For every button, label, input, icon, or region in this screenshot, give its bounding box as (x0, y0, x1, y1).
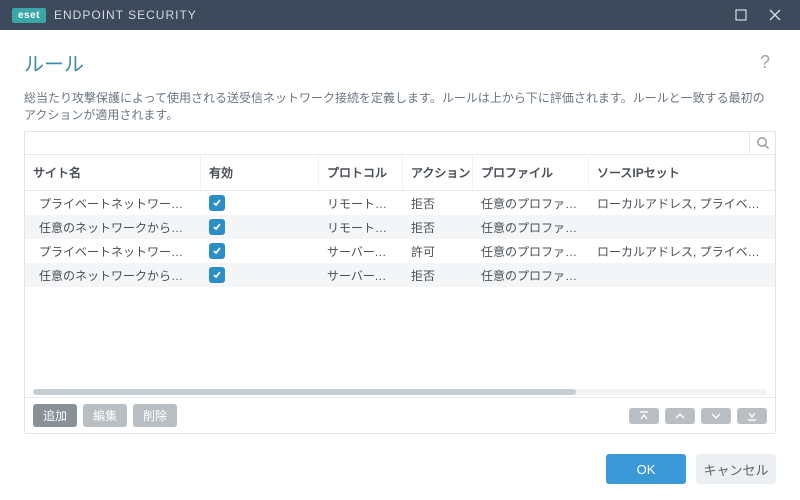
enabled-checkbox[interactable] (209, 267, 225, 283)
table-body: プライベートネットワークからのR…リモートデスク…拒否任意のプロファイルローカル… (25, 191, 775, 389)
brand-logo: eset (12, 8, 46, 23)
table-row[interactable]: プライベートネットワークからのS… サーバーメッセ…許可任意のプロファイルローカル… (25, 239, 775, 263)
cancel-button[interactable]: キャンセル (696, 454, 776, 484)
cell-profile: 任意のプロファイル (473, 195, 589, 212)
cell-enabled (201, 243, 319, 259)
move-top-button[interactable] (629, 408, 659, 424)
cell-source: ローカルアドレス, プライベートアドレス (589, 243, 775, 260)
col-action[interactable]: アクション (403, 155, 473, 190)
page-header: ルール ? (0, 30, 800, 85)
content-area: サイト名 有効 プロトコル アクション プロファイル ソースIPセット プライベ… (0, 131, 800, 442)
cell-protocol: リモートデスク… (319, 219, 403, 236)
enabled-checkbox[interactable] (209, 219, 225, 235)
col-protocol[interactable]: プロトコル (319, 155, 403, 190)
dialog-footer: OK キャンセル (0, 442, 800, 500)
cell-site: 任意のネットワークからのSMB総… (25, 267, 201, 284)
page-description: 総当たり攻撃保護によって使用される送受信ネットワーク接続を定義します。ルールは上… (0, 85, 800, 131)
ok-button[interactable]: OK (606, 454, 686, 484)
edit-button[interactable]: 編集 (83, 404, 127, 427)
rules-table: サイト名 有効 プロトコル アクション プロファイル ソースIPセット プライベ… (24, 131, 776, 434)
col-source[interactable]: ソースIPセット (589, 155, 775, 190)
horizontal-scrollbar[interactable] (33, 389, 767, 395)
table-footer: 追加 編集 削除 (25, 397, 775, 433)
move-up-button[interactable] (665, 408, 695, 424)
col-profile[interactable]: プロファイル (473, 155, 589, 190)
cell-enabled (201, 219, 319, 235)
cell-site: プライベートネットワークからのS… (25, 243, 201, 260)
cell-action: 拒否 (403, 267, 473, 284)
delete-button[interactable]: 削除 (133, 404, 177, 427)
table-row[interactable]: 任意のネットワークからのSMB総… サーバーメッセ…拒否任意のプロファイル (25, 263, 775, 287)
search-input[interactable] (25, 132, 749, 154)
cell-action: 拒否 (403, 219, 473, 236)
cell-profile: 任意のプロファイル (473, 267, 589, 284)
cell-action: 拒否 (403, 195, 473, 212)
col-enabled[interactable]: 有効 (201, 155, 319, 190)
cell-protocol: サーバーメッセ… (319, 243, 403, 260)
cell-protocol: サーバーメッセ… (319, 267, 403, 284)
enabled-checkbox[interactable] (209, 243, 225, 259)
close-icon[interactable] (758, 0, 792, 30)
enabled-checkbox[interactable] (209, 195, 225, 211)
cell-source: ローカルアドレス, プライベートアドレス (589, 195, 775, 212)
cell-action: 許可 (403, 243, 473, 260)
cell-site: プライベートネットワークからのR… (25, 195, 201, 212)
app-title: ENDPOINT SECURITY (54, 8, 197, 22)
help-button[interactable]: ? (754, 50, 776, 75)
add-button[interactable]: 追加 (33, 404, 77, 427)
cell-protocol: リモートデスク… (319, 195, 403, 212)
cell-site: 任意のネットワークからのRDP総… (25, 219, 201, 236)
search-icon[interactable] (749, 132, 775, 154)
table-search-row (25, 132, 775, 155)
table-row[interactable]: 任意のネットワークからのRDP総… リモートデスク…拒否任意のプロファイル (25, 215, 775, 239)
move-down-button[interactable] (701, 408, 731, 424)
cell-profile: 任意のプロファイル (473, 219, 589, 236)
minimize-icon[interactable] (724, 0, 758, 30)
move-bottom-button[interactable] (737, 408, 767, 424)
table-row[interactable]: プライベートネットワークからのR… リモートデスク…拒否任意のプロファイルローカル… (25, 191, 775, 215)
titlebar: eset ENDPOINT SECURITY (0, 0, 800, 30)
cell-enabled (201, 195, 319, 211)
cell-profile: 任意のプロファイル (473, 243, 589, 260)
col-site[interactable]: サイト名 (25, 155, 201, 190)
table-header: サイト名 有効 プロトコル アクション プロファイル ソースIPセット (25, 155, 775, 191)
cell-enabled (201, 267, 319, 283)
page-title: ルール (24, 48, 754, 77)
